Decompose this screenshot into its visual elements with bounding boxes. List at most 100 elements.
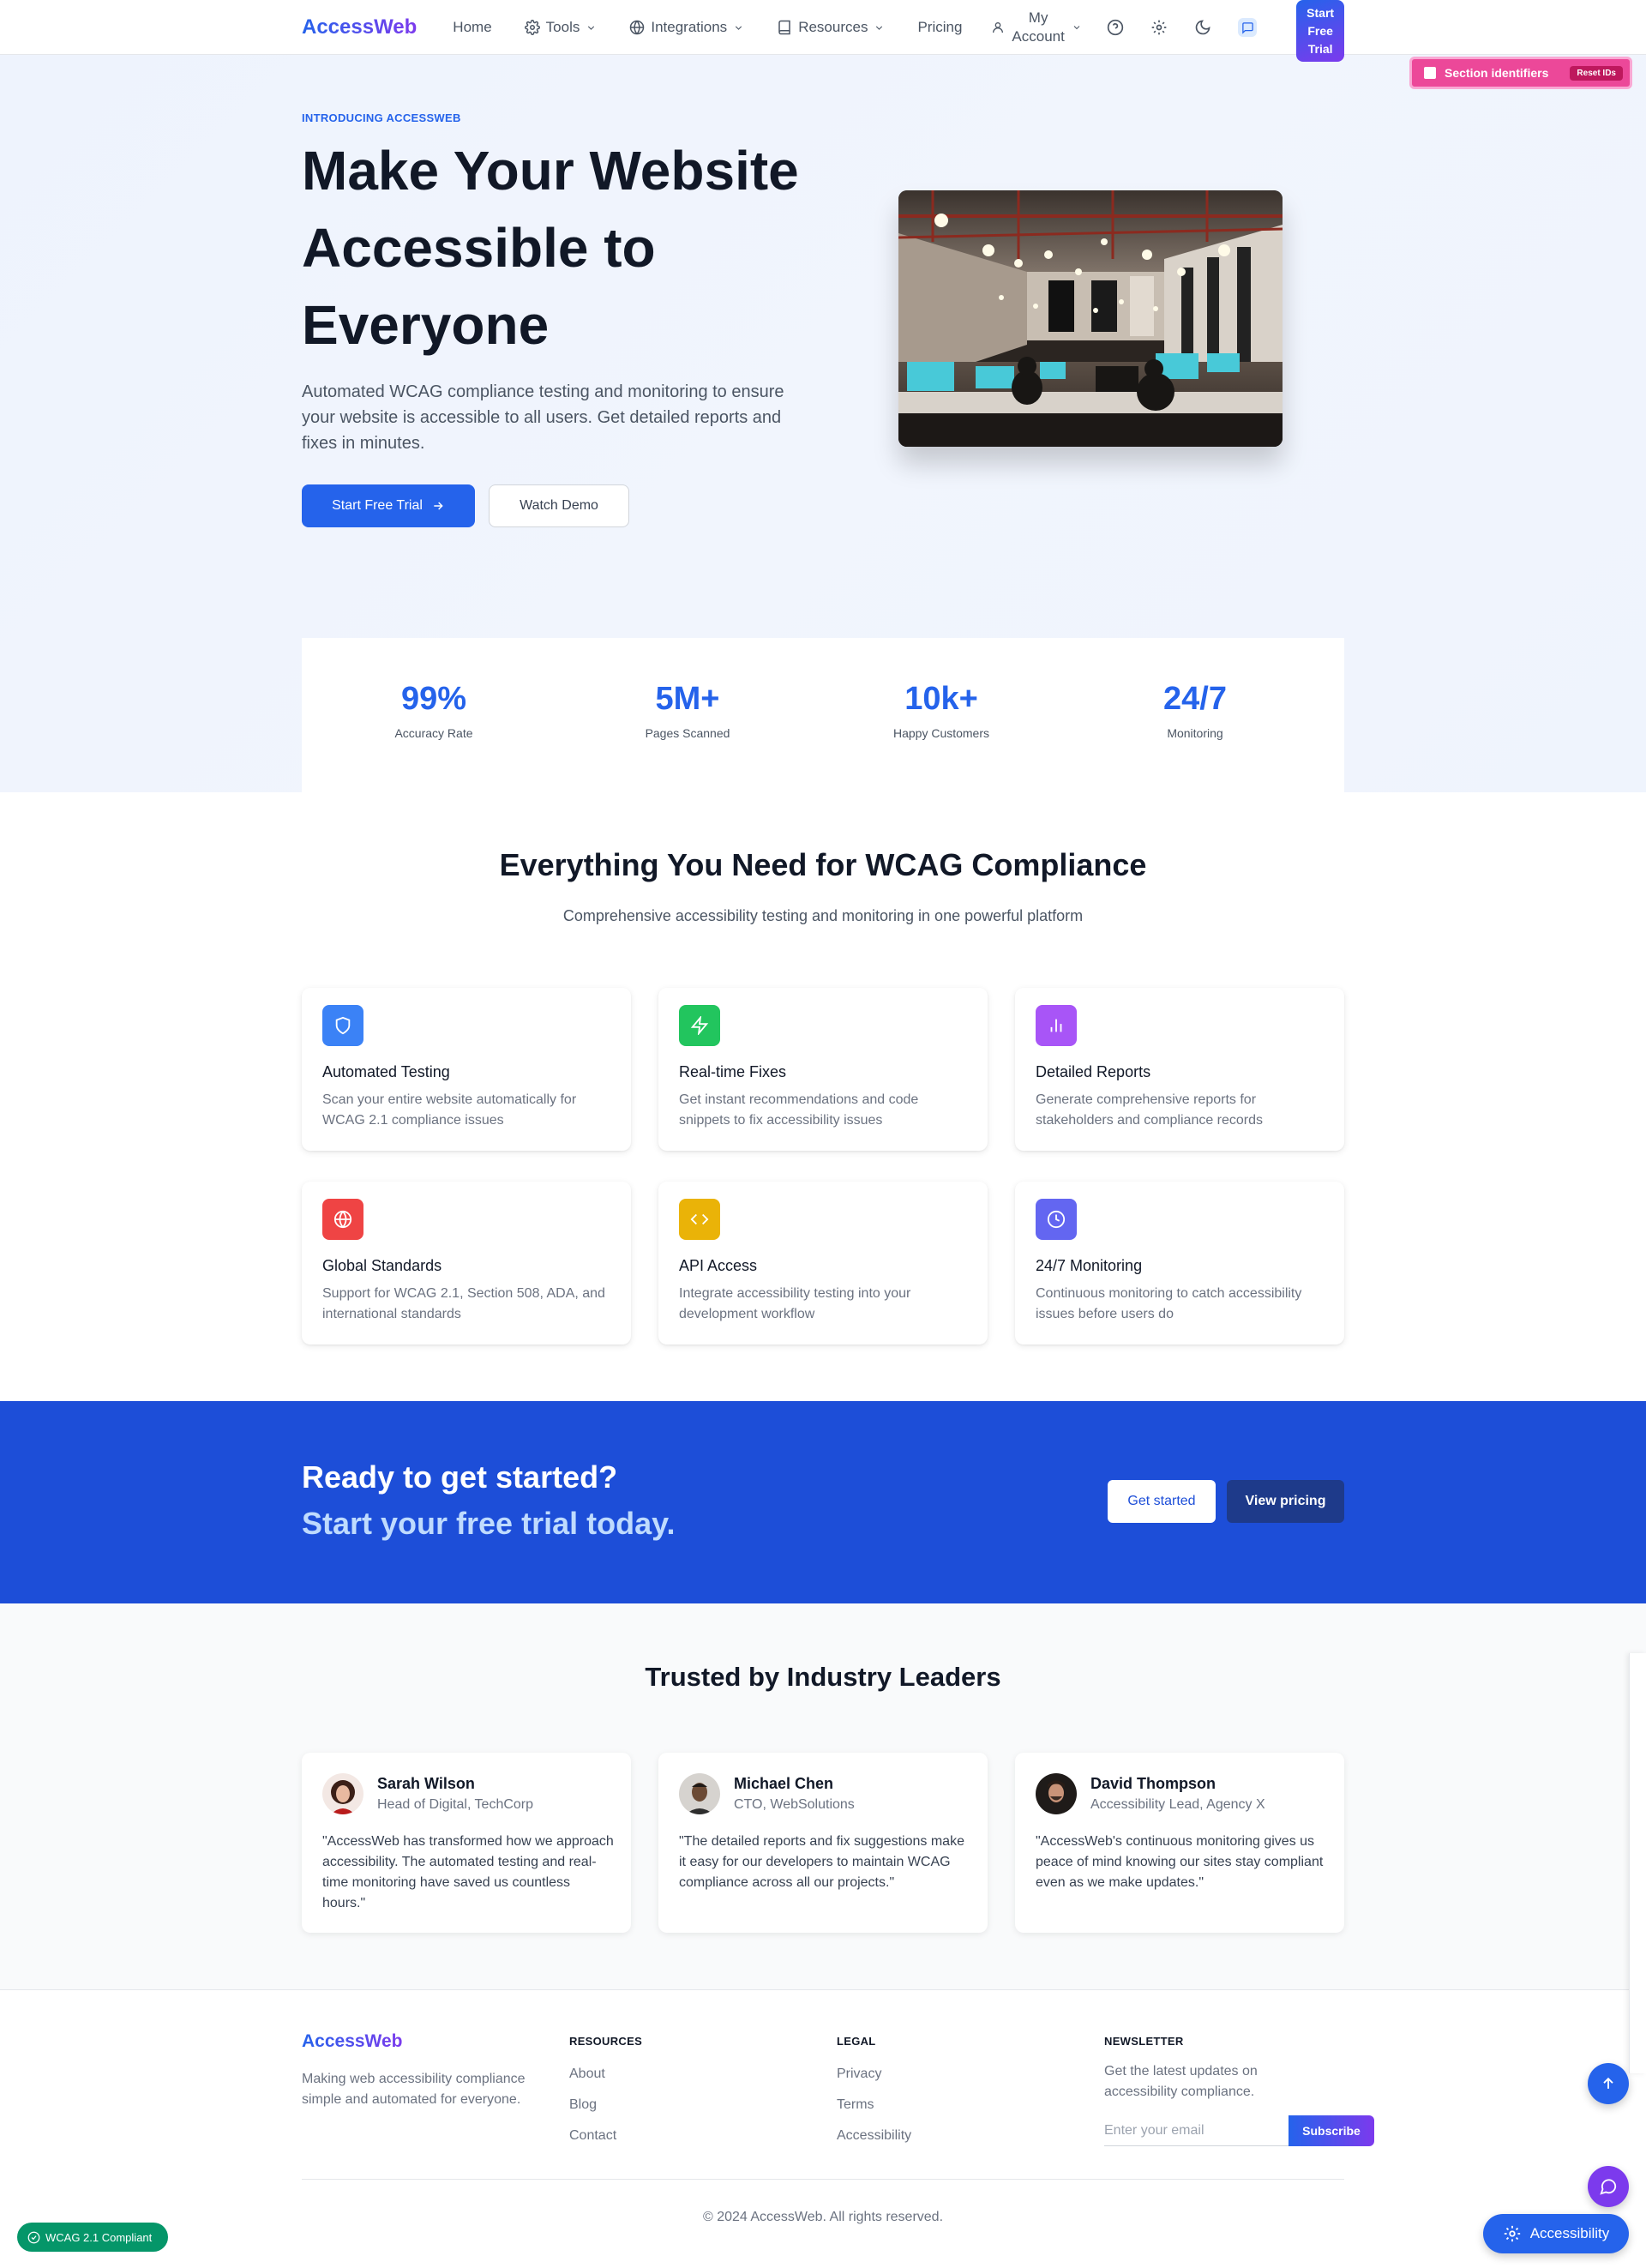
footer-heading: NEWSLETTER (1104, 2035, 1184, 2048)
top-navbar: AccessWeb Home Tools Integrations Resour… (0, 0, 1646, 62)
button-label: Start Free Trial (332, 498, 423, 513)
get-started-button[interactable]: Get started (1108, 1480, 1216, 1523)
badge-label: WCAG 2.1 Compliant (45, 2230, 153, 2244)
settings-button[interactable] (1148, 13, 1169, 42)
feature-desc: Scan your entire website automatically f… (322, 1092, 577, 1128)
feature-title: Automated Testing (322, 1063, 450, 1080)
footer-link-blog[interactable]: Blog (569, 2097, 642, 2113)
footer-link-contact[interactable]: Contact (569, 2128, 642, 2144)
user-icon (993, 22, 1004, 33)
bolt-icon (690, 1016, 709, 1035)
view-pricing-button[interactable]: View pricing (1227, 1480, 1344, 1523)
nav-link-label: Pricing (917, 19, 963, 35)
dark-mode-toggle[interactable] (1192, 13, 1214, 42)
feature-title: 24/7 Monitoring (1036, 1257, 1143, 1274)
check-circle-icon (27, 2231, 40, 2243)
book-icon (778, 20, 790, 35)
newsletter-text: Get the latest updates on accessibility … (1104, 2064, 1258, 2099)
footer-heading: LEGAL (837, 2035, 876, 2048)
nav-link-tools[interactable]: Tools (524, 19, 598, 36)
footer-link-privacy[interactable]: Privacy (837, 2066, 911, 2082)
collapsed-side-panel[interactable] (1629, 1653, 1646, 2073)
chevron-down-icon (736, 25, 742, 30)
chevron-down-icon (1073, 26, 1080, 30)
feedback-button[interactable] (1237, 18, 1258, 37)
footer-logo[interactable]: AccessWeb (302, 2031, 403, 2052)
nav-start-trial-button[interactable]: Start Free Trial (1296, 0, 1344, 62)
feature-card-realtime-fixes: Real-time Fixes Get instant recommendati… (658, 988, 988, 1151)
hero-kicker: INTRODUCING ACCESSWEB (302, 111, 461, 124)
help-button[interactable] (1104, 13, 1126, 42)
footer-resources: RESOURCES About Blog Contact (569, 2035, 642, 2144)
testimonial-quote: "AccessWeb's continuous monitoring gives… (1036, 1834, 1324, 1890)
chat-button[interactable] (1588, 2166, 1629, 2207)
brand-logo[interactable]: AccessWeb (302, 15, 417, 39)
testimonial-role: Head of Digital, TechCorp (377, 1797, 534, 1812)
bar-chart-icon (1050, 1019, 1062, 1032)
feature-desc: Support for WCAG 2.1, Section 508, ADA, … (322, 1286, 605, 1321)
hero-subtitle: Automated WCAG compliance testing and mo… (302, 382, 784, 453)
scroll-to-top-button[interactable] (1588, 2063, 1629, 2104)
accessibility-menu-button[interactable]: Accessibility (1483, 2214, 1629, 2253)
message-icon (1241, 21, 1253, 34)
feature-icon-box (679, 1005, 720, 1046)
office-photo (898, 190, 1283, 447)
footer-link-terms[interactable]: Terms (837, 2097, 911, 2113)
feature-card-monitoring: 24/7 Monitoring Continuous monitoring to… (1015, 1182, 1344, 1345)
testimonial-name: David Thompson (1090, 1775, 1216, 1792)
footer-link-about[interactable]: About (569, 2066, 642, 2082)
avatar (679, 1773, 720, 1814)
nav-link-label: Resources (798, 19, 868, 35)
avatar (1036, 1773, 1077, 1814)
feature-desc: Get instant recommendations and code sni… (679, 1092, 919, 1128)
testimonial-card: David Thompson Accessibility Lead, Agenc… (1015, 1753, 1344, 1933)
nav-link-resources[interactable]: Resources (777, 19, 885, 36)
stat-label: Happy Customers (892, 726, 990, 740)
help-circle-icon (1107, 19, 1123, 36)
nav-link-label: Integrations (651, 19, 728, 35)
feature-icon-box (322, 1005, 363, 1046)
reset-ids-button[interactable]: Reset IDs (1570, 65, 1623, 81)
features-subtitle: Comprehensive accessibility testing and … (562, 907, 1084, 924)
features-title: Everything You Need for WCAG Compliance (499, 847, 1147, 882)
account-label: My Account (1012, 9, 1064, 46)
cta-subheading: Start your free trial today. (302, 1506, 676, 1541)
testimonial-card: Michael Chen CTO, WebSolutions "The deta… (658, 1753, 988, 1933)
feature-title: Global Standards (322, 1257, 442, 1274)
chevron-down-icon (588, 25, 595, 30)
my-account-menu[interactable]: My Account (991, 9, 1081, 46)
checkbox[interactable] (1424, 67, 1436, 79)
feature-icon-box (679, 1199, 720, 1240)
gear-icon (1151, 20, 1167, 35)
stat-accuracy: 99% Accuracy Rate (305, 681, 562, 740)
nav-link-label: Tools (545, 19, 580, 35)
newsletter-email-input[interactable]: Enter your email (1104, 2115, 1289, 2146)
section-identifiers-toggle[interactable]: Section identifiers Reset IDs (1409, 57, 1632, 89)
office-illustration (898, 190, 1283, 447)
feature-card-global-standards: Global Standards Support for WCAG 2.1, S… (302, 1182, 631, 1345)
stats-panel: 99% Accuracy Rate 5M+ Pages Scanned 10k+ Ha… (302, 638, 1344, 792)
avatar (322, 1773, 363, 1814)
button-label: Accessibility (1529, 2225, 1610, 2241)
footer-legal: LEGAL Privacy Terms Accessibility (837, 2035, 911, 2144)
feature-card-api-access: API Access Integrate accessibility testi… (658, 1182, 988, 1345)
footer-newsletter: NEWSLETTER Get the latest updates on acc… (1104, 2035, 1327, 2103)
stat-value: 24/7 (1163, 681, 1227, 717)
subscribe-button[interactable]: Subscribe (1289, 2115, 1374, 2146)
wcag-compliance-badge[interactable]: WCAG 2.1 Compliant (17, 2223, 168, 2252)
footer-link-accessibility[interactable]: Accessibility (837, 2128, 911, 2144)
stat-value: 10k+ (904, 681, 978, 717)
hero-start-trial-button[interactable]: Start Free Trial (302, 484, 475, 527)
watch-demo-button[interactable]: Watch Demo (489, 484, 629, 527)
code-icon (690, 1213, 709, 1225)
nav-link-home[interactable]: Home (453, 19, 491, 36)
stat-pages: 5M+ Pages Scanned (559, 681, 816, 740)
feature-icon-box (1036, 1005, 1077, 1046)
site-footer: AccessWeb Making web accessibility compl… (0, 1989, 1646, 2268)
feature-card-detailed-reports: Detailed Reports Generate comprehensive … (1015, 988, 1344, 1151)
nav-link-pricing[interactable]: Pricing (917, 19, 962, 36)
nav-link-integrations[interactable]: Integrations (629, 19, 744, 36)
clock-icon (1047, 1210, 1066, 1229)
navbar-inner: AccessWeb Home Tools Integrations Resour… (302, 0, 1344, 62)
globe-icon (333, 1210, 352, 1229)
